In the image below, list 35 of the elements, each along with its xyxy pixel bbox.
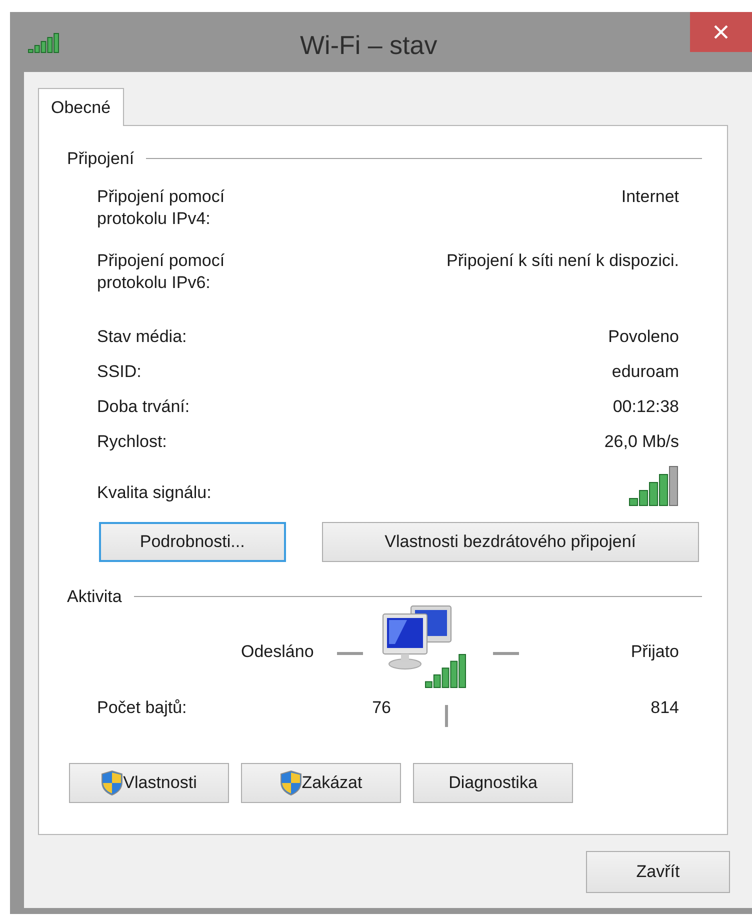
close-button[interactable] (690, 12, 752, 52)
field-value: 00:12:38 (612, 396, 679, 418)
field-label: Stav média: (97, 326, 188, 348)
window-title: Wi-Fi – stav (300, 29, 438, 62)
signal-strength-icon (629, 466, 679, 506)
received-label: Přijato (630, 641, 679, 664)
close-dialog-button[interactable]: Zavřít (586, 851, 730, 893)
field-label: Připojení pomocí protokolu IPv6: (97, 250, 226, 294)
field-label: Kvalita signálu: (97, 482, 212, 504)
dialog-button[interactable]: Podrobnosti... (99, 522, 286, 562)
field-value: 26,0 Mb/s (604, 430, 679, 452)
received-bytes-value: 814 (650, 697, 679, 720)
tab[interactable]: Obecné (38, 88, 124, 126)
field-label: SSID: (97, 360, 142, 382)
dialog-button[interactable]: Vlastnosti bezdrátového připojení (322, 522, 699, 562)
shield-icon (280, 770, 302, 796)
bytes-label: Počet bajtů: (97, 697, 188, 720)
action-button[interactable]: Vlastnosti (69, 763, 229, 803)
close-icon (714, 25, 728, 39)
field-value: Internet (621, 186, 679, 208)
field-value: Připojení k síti není k dispozici. (446, 250, 679, 272)
signal-bars-icon (425, 654, 467, 688)
shield-icon (101, 770, 124, 796)
sent-label: Odesláno (241, 641, 315, 664)
action-button[interactable]: Diagnostika (413, 763, 573, 803)
field-label: Připojení pomocí protokolu IPv4: (97, 186, 226, 230)
field-value: eduroam (612, 360, 679, 382)
wifi-signal-icon (28, 33, 60, 53)
action-button[interactable]: Zakázat (241, 763, 401, 803)
sent-bytes-value: 76 (371, 697, 391, 720)
field-value: Povoleno (608, 326, 679, 348)
section-heading: Připojení (67, 148, 134, 170)
section-heading: Aktivita (67, 586, 122, 608)
field-label: Doba trvání: (97, 396, 191, 418)
field-label: Rychlost: (97, 430, 168, 452)
